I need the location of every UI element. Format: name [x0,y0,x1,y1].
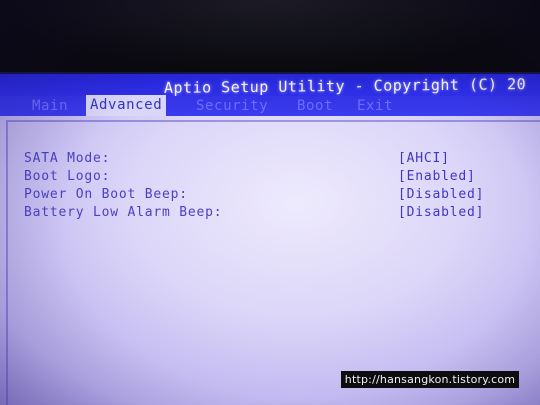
setting-value[interactable]: [Enabled] [398,168,476,186]
tab-advanced[interactable]: Advanced [86,95,167,116]
setting-label: Boot Logo: [24,169,111,184]
setting-value[interactable]: [Disabled] [398,186,484,204]
tab-bar: Main Advanced Security Boot Exit [0,95,540,116]
monitor-bezel [0,0,540,72]
setting-row-sata-mode[interactable]: SATA Mode: [AHCI] [0,150,540,168]
setting-row-boot-logo[interactable]: Boot Logo: [Enabled] [0,168,540,186]
setting-label: Power On Boot Beep: [24,187,188,202]
title-bar: Aptio Setup Utility - Copyright (C) 20 [0,74,540,96]
setting-value[interactable]: [Disabled] [398,204,484,222]
tab-boot[interactable]: Boot [297,96,333,116]
setting-row-power-on-boot-beep[interactable]: Power On Boot Beep: [Disabled] [0,186,540,204]
utility-title: Aptio Setup Utility - Copyright (C) 20 [164,75,527,96]
setting-value[interactable]: [AHCI] [398,150,450,168]
setting-label: Battery Low Alarm Beep: [24,205,223,220]
setting-label: SATA Mode: [24,151,111,166]
tab-exit[interactable]: Exit [357,96,393,116]
setting-row-battery-low-alarm-beep[interactable]: Battery Low Alarm Beep: [Disabled] [0,204,540,222]
tab-main[interactable]: Main [32,96,68,116]
tab-security[interactable]: Security [196,96,268,116]
bios-screen: Aptio Setup Utility - Copyright (C) 20 M… [0,0,540,405]
watermark-url: http://hansangkon.tistory.com [341,371,519,388]
